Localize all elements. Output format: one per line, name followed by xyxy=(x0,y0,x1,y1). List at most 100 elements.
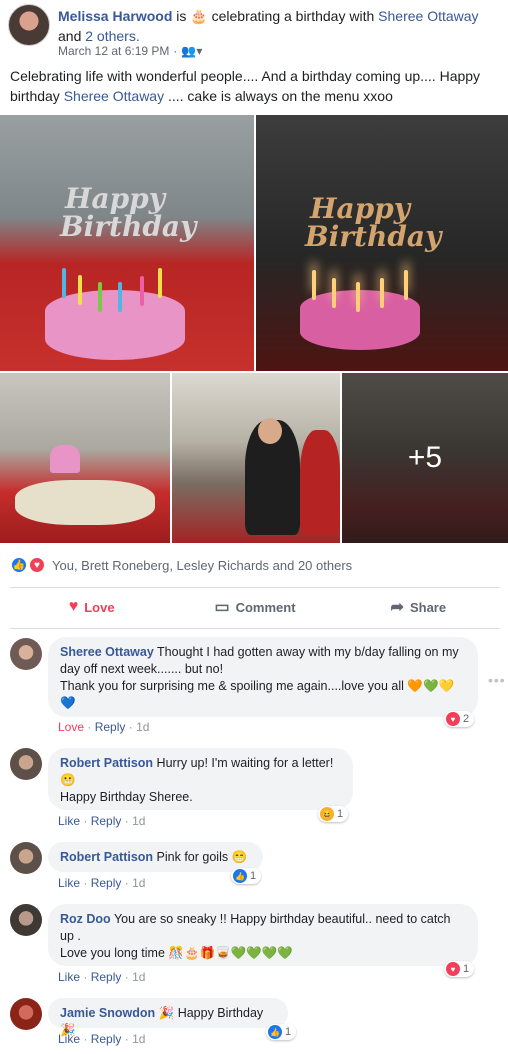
comment-reply-link[interactable]: Reply xyxy=(91,814,122,828)
share-icon: ➦ xyxy=(390,599,404,616)
comment-meta: Like · Reply · 1d xyxy=(58,1032,145,1046)
emoji-string: 🎊🎂🎁🥃💚💚💚💚 xyxy=(168,946,293,960)
candle xyxy=(332,278,336,308)
cake-topper-text: Happy Birthday xyxy=(305,192,442,253)
comment-author[interactable]: Sheree Ottaway xyxy=(60,645,154,659)
post-body-text-end: .... cake is always on the menu xxoo xyxy=(167,88,393,104)
comment-time[interactable]: 1d xyxy=(132,876,145,890)
like-reaction-icon: 👍 xyxy=(10,556,28,574)
candle xyxy=(356,282,360,312)
author-name-link[interactable]: Melissa Harwood xyxy=(58,8,172,24)
others-link[interactable]: 2 others. xyxy=(85,28,139,44)
reactions-summary[interactable]: 👍 ♥ You, Brett Roneberg, Lesley Richards… xyxy=(10,556,352,574)
candle xyxy=(98,282,102,312)
cake-topper-text: Happy Birthday xyxy=(60,182,197,243)
candle xyxy=(312,270,316,300)
commenter-avatar[interactable] xyxy=(10,904,42,936)
commenter-avatar[interactable] xyxy=(10,998,42,1030)
comment-like-link[interactable]: Like xyxy=(58,814,80,828)
comment-icon: ▭ xyxy=(214,599,230,616)
comment-love-link[interactable]: Love xyxy=(58,720,84,734)
post-timestamp[interactable]: March 12 at 6:19 PM xyxy=(58,44,169,58)
comment-text: Pink for goils xyxy=(156,850,229,864)
activity-text: celebrating a birthday with xyxy=(211,8,375,24)
comment-time[interactable]: 1d xyxy=(132,1032,145,1046)
and-text: and xyxy=(58,28,82,44)
comment-reaction-badge[interactable]: 👍 1 xyxy=(231,868,262,884)
comment-reply-link[interactable]: Reply xyxy=(95,720,126,734)
comment-bubble: Jamie Snowdon 🎉 Happy Birthday 🎉 xyxy=(48,998,288,1037)
is-text: is xyxy=(176,8,187,24)
post-actions: ♥ Love ▭ Comment ➦ Share xyxy=(10,592,500,622)
heart-icon: ♥ xyxy=(68,598,79,615)
post-header-line: Melissa Harwood is 🎂 celebrating a birth… xyxy=(58,6,498,46)
candle xyxy=(78,275,82,305)
comment-author[interactable]: Robert Pattison xyxy=(60,850,153,864)
like-reaction-icon: 👍 xyxy=(233,869,247,883)
separator-dot: · xyxy=(83,814,88,828)
comment-author[interactable]: Roz Doo xyxy=(60,912,111,926)
tagged-user-link[interactable]: Sheree Ottaway xyxy=(378,8,478,24)
comment-time[interactable]: 1d xyxy=(136,720,149,734)
reaction-count: 1 xyxy=(250,870,257,882)
comment-like-link[interactable]: Like xyxy=(58,970,80,984)
commenter-avatar[interactable] xyxy=(10,842,42,874)
comment-author[interactable]: Jamie Snowdon xyxy=(60,1006,155,1020)
food-plates xyxy=(15,480,155,525)
comment-meta: Love · Reply · 1d xyxy=(58,720,149,734)
reaction-count: 1 xyxy=(285,1026,292,1038)
person-silhouette xyxy=(300,430,340,535)
comment-meta: Like · Reply · 1d xyxy=(58,970,145,984)
more-options-icon[interactable]: ••• xyxy=(488,672,506,688)
comment-label: Comment xyxy=(235,599,296,615)
author-avatar[interactable] xyxy=(8,4,50,46)
post-meta: March 12 at 6:19 PM · 👥▾ xyxy=(58,44,202,58)
separator-dot: · xyxy=(173,44,178,58)
love-reaction-icon: ♥ xyxy=(446,962,460,976)
candle xyxy=(404,270,408,300)
love-button[interactable]: ♥ Love xyxy=(10,592,173,622)
reaction-count: 1 xyxy=(337,808,344,820)
reaction-count: 2 xyxy=(463,713,470,725)
commenter-avatar[interactable] xyxy=(10,638,42,670)
comment-reaction-badge[interactable]: ♥ 2 xyxy=(444,711,475,727)
share-button[interactable]: ➦ Share xyxy=(337,592,500,622)
comment-bubble: Roz Doo You are so sneaky !! Happy birth… xyxy=(48,904,478,966)
comment-meta: Like · Reply · 1d xyxy=(58,814,145,828)
grin-emoji: 😁 xyxy=(231,850,248,864)
comment-text: You are so sneaky !! Happy birthday beau… xyxy=(60,912,451,943)
separator-dot: · xyxy=(87,720,92,734)
party-emoji: 🎉 xyxy=(158,1006,175,1020)
candle xyxy=(140,276,144,306)
separator-dot: · xyxy=(124,1032,129,1046)
reactions-text[interactable]: You, Brett Roneberg, Lesley Richards and… xyxy=(52,558,352,573)
comment-reaction-badge[interactable]: ♥ 1 xyxy=(444,961,475,977)
comment-reply-link[interactable]: Reply xyxy=(91,1032,122,1046)
more-photos-overlay[interactable]: +5 xyxy=(342,373,508,543)
face xyxy=(258,418,282,444)
post-mention-link[interactable]: Sheree Ottaway xyxy=(64,88,164,104)
comment-reaction-badge[interactable]: 😆 1 xyxy=(318,806,349,822)
comment-button[interactable]: ▭ Comment xyxy=(173,592,336,622)
divider xyxy=(10,628,500,629)
comment-like-link[interactable]: Like xyxy=(58,1032,80,1046)
comment-time[interactable]: 1d xyxy=(132,970,145,984)
separator-dot: · xyxy=(124,814,129,828)
love-reaction-icon: ♥ xyxy=(446,712,460,726)
share-label: Share xyxy=(409,599,447,615)
comment-time[interactable]: 1d xyxy=(132,814,145,828)
comment-reply-link[interactable]: Reply xyxy=(91,876,122,890)
grimace-emoji: 😬 xyxy=(60,773,76,787)
friends-icon[interactable]: 👥▾ xyxy=(181,44,202,58)
reaction-count: 1 xyxy=(463,963,470,975)
candle xyxy=(380,278,384,308)
comment-bubble: Robert Pattison Hurry up! I'm waiting fo… xyxy=(48,748,353,810)
comment-reply-link[interactable]: Reply xyxy=(91,970,122,984)
comment-text: Hurry up! I'm waiting for a letter! xyxy=(156,756,334,770)
candle xyxy=(62,268,66,298)
comment-reaction-badge[interactable]: 👍 1 xyxy=(266,1024,297,1040)
post-header: Melissa Harwood is 🎂 celebrating a birth… xyxy=(0,0,508,62)
comment-like-link[interactable]: Like xyxy=(58,876,80,890)
comment-author[interactable]: Robert Pattison xyxy=(60,756,153,770)
commenter-avatar[interactable] xyxy=(10,748,42,780)
